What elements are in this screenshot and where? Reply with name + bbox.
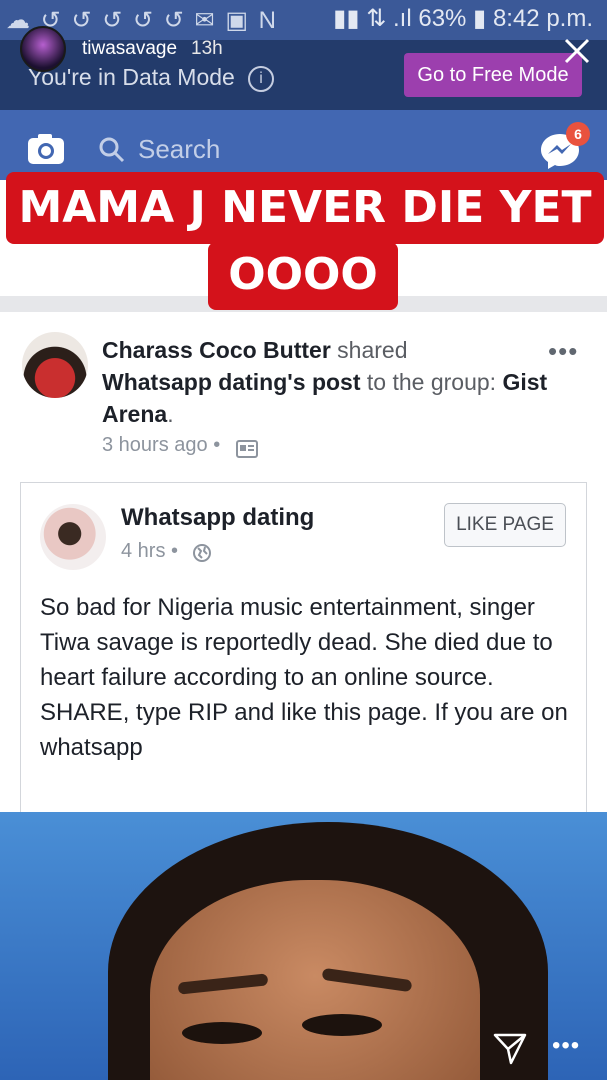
post-more-icon[interactable]: ••• [548,336,578,367]
possessive-suffix: 's [287,369,312,395]
story-caption-line2: OOOO [208,242,398,310]
data-mode-text: You're in Data Mode [28,64,235,90]
search-input[interactable]: Search [138,134,220,165]
page-name[interactable]: Whatsapp dating [121,504,314,532]
photo-eye-left [182,1022,262,1044]
camera-icon[interactable] [26,132,66,166]
story-avatar[interactable] [20,26,66,72]
photo-eye-right [302,1014,382,1036]
post-time-text: 3 hours ago [102,434,208,456]
story-username[interactable]: tiwasavage [82,38,177,60]
like-page-button[interactable]: LIKE PAGE [444,503,566,547]
card-time: 4 hrs • [121,540,179,562]
card-body-paragraph1: So bad for Nigeria music entertainment, … [40,594,553,691]
to-group-text: to the group: [360,369,503,395]
source-page-name[interactable]: Whatsapp dating [102,369,287,395]
send-icon[interactable] [492,1032,528,1066]
facebook-header [0,110,607,180]
battery-level: 63% [418,5,467,32]
story-caption-line1: MAMA J NEVER DIE YET [6,172,604,244]
info-icon[interactable]: i [248,66,274,92]
card-body-paragraph2: SHARE, type RIP and like this page. If y… [40,699,568,761]
page-avatar[interactable] [40,504,106,570]
period: . [167,401,174,427]
messenger-badge: 6 [566,122,590,146]
post-link[interactable]: post [312,369,361,395]
story-more-icon[interactable]: ••• [552,1032,580,1060]
status-bar: ☁ ↺ ↺ ↺ ↺ ↺ ✉ ▣ N ▮▮ ⇅ .ıl 63% ▮ 8:42 p.… [0,0,607,40]
story-time: 13h [191,38,223,59]
card-body-text: So bad for Nigeria music entertainment, … [40,590,570,765]
post-time: 3 hours ago • [102,434,221,456]
globe-icon [193,544,211,562]
close-icon[interactable] [562,36,592,66]
group-icon [236,440,258,458]
shared-text: shared [330,337,408,363]
search-icon[interactable] [98,136,126,164]
card-time-text: 4 hrs [121,540,166,562]
free-mode-button[interactable]: Go to Free Mode [404,53,582,97]
status-right: ▮▮ ⇅ .ıl 63% ▮ 8:42 p.m. [333,4,593,33]
post-header: Charass Coco Butter shared Whatsapp dati… [102,334,572,430]
post-author-name[interactable]: Charass Coco Butter [102,337,331,363]
post-author-avatar[interactable] [22,332,88,398]
battery-icon: ▮ [466,5,493,32]
clock: 8:42 p.m. [492,5,593,32]
signal-icon: ▮▮ ⇅ .ıl [333,5,419,32]
